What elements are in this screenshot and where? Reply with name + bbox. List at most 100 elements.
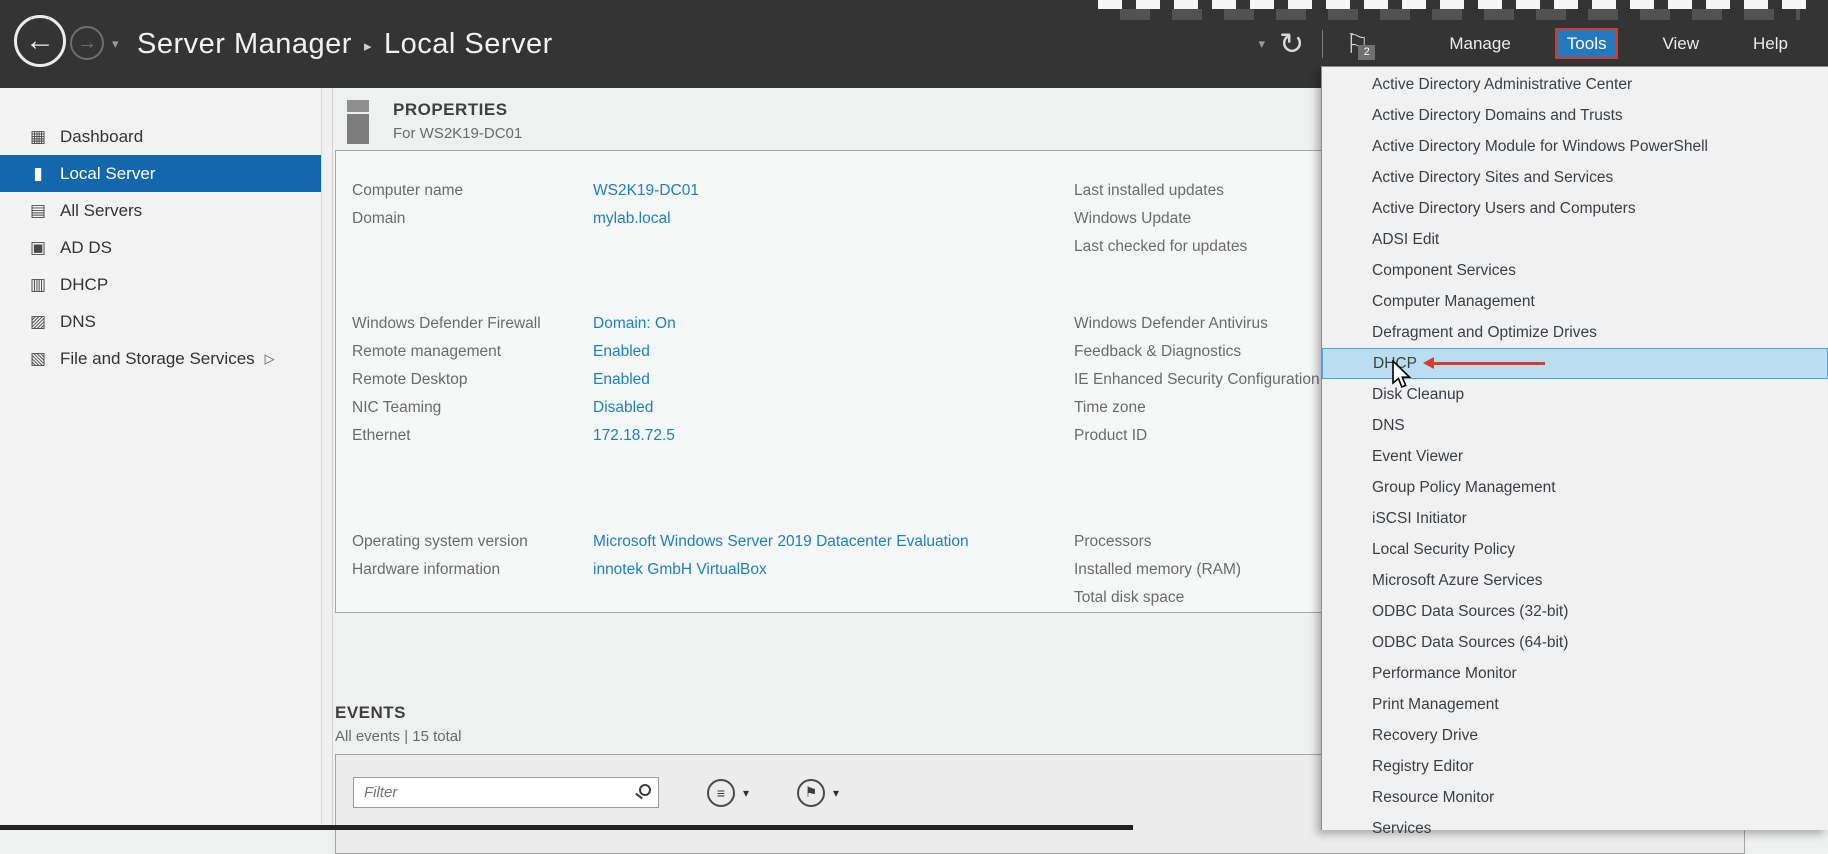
tools-menu-item-event-viewer[interactable]: Event Viewer — [1322, 441, 1828, 472]
tools-menu-item-resource-monitor[interactable]: Resource Monitor — [1322, 782, 1828, 813]
tools-menu-item-microsoft-azure-services[interactable]: Microsoft Azure Services — [1322, 565, 1828, 596]
property-label: Remote Desktop — [352, 371, 593, 389]
events-title: EVENTS — [335, 703, 461, 723]
sidebar-item-all-servers[interactable]: ▤All Servers — [0, 192, 321, 229]
back-arrow-icon: ← — [25, 24, 55, 58]
breadcrumb-root[interactable]: Server Manager — [137, 28, 352, 61]
menu-item-label: Performance Monitor — [1372, 665, 1517, 682]
sidebar-item-ad-ds[interactable]: ▣AD DS — [0, 229, 321, 266]
sidebar-item-dns[interactable]: ▨DNS — [0, 303, 321, 340]
property-row: Product ID — [1074, 422, 1315, 450]
tools-menu-item-local-security-policy[interactable]: Local Security Policy — [1322, 534, 1828, 565]
tools-menu-item-performance-monitor[interactable]: Performance Monitor — [1322, 658, 1828, 689]
tools-menu-item-registry-editor[interactable]: Registry Editor — [1322, 751, 1828, 782]
save-flag-icon: ⚑ — [805, 784, 818, 801]
property-label: Product ID — [1074, 427, 1315, 445]
property-value-link[interactable]: Enabled — [593, 343, 650, 361]
tools-menu-item-active-directory-sites-and-services[interactable]: Active Directory Sites and Services — [1322, 162, 1828, 193]
forward-button[interactable]: → — [70, 26, 104, 60]
menu-item-label: Group Policy Management — [1372, 479, 1556, 496]
expand-chevron-icon[interactable]: ▷ — [265, 351, 275, 367]
property-value-link[interactable]: WS2K19-DC01 — [593, 182, 699, 200]
save-query-button[interactable]: ⚑ — [797, 779, 825, 807]
tools-menu-item-computer-management[interactable]: Computer Management — [1322, 286, 1828, 317]
sidebar-item-label: Dashboard — [60, 127, 143, 147]
menu-item-label: Services — [1372, 820, 1431, 837]
list-options-caret-icon[interactable]: ▾ — [743, 786, 749, 800]
property-row: IE Enhanced Security Configuration — [1074, 366, 1315, 394]
property-label: Operating system version — [352, 533, 593, 551]
tools-menu-item-defragment-and-optimize-drives[interactable]: Defragment and Optimize Drives — [1322, 317, 1828, 348]
events-toolbar: ≡ ▾ ⚑ ▾ — [353, 777, 839, 808]
tools-menu-item-print-management[interactable]: Print Management — [1322, 689, 1828, 720]
menu-help[interactable]: Help — [1743, 30, 1798, 57]
sidebar-item-label: DHCP — [60, 275, 108, 295]
list-icon: ≡ — [717, 785, 725, 801]
menu-manage[interactable]: Manage — [1439, 30, 1520, 57]
tools-menu-item-odbc-data-sources-64-bit-[interactable]: ODBC Data Sources (64-bit) — [1322, 627, 1828, 658]
menu-item-label: ODBC Data Sources (32-bit) — [1372, 603, 1568, 620]
property-label: Feedback & Diagnostics — [1074, 343, 1315, 361]
menu-tools[interactable]: Tools — [1555, 28, 1619, 59]
property-label: Remote management — [352, 343, 593, 361]
property-label: Windows Defender Firewall — [352, 315, 593, 333]
sidebar-item-label: DNS — [60, 312, 96, 332]
tools-menu-item-adsi-edit[interactable]: ADSI Edit — [1322, 224, 1828, 255]
property-value-link[interactable]: innotek GmbH VirtualBox — [593, 561, 767, 579]
property-row: Computer nameWS2K19-DC01 — [352, 177, 969, 205]
tools-menu-item-odbc-data-sources-32-bit-[interactable]: ODBC Data Sources (32-bit) — [1322, 596, 1828, 627]
pane-edge — [332, 88, 333, 830]
property-label: Hardware information — [352, 561, 593, 579]
property-row: NIC TeamingDisabled — [352, 394, 969, 422]
tools-menu-item-group-policy-management[interactable]: Group Policy Management — [1322, 472, 1828, 503]
menu-item-label: DNS — [1372, 417, 1405, 434]
save-query-caret-icon[interactable]: ▾ — [833, 786, 839, 800]
property-label: Total disk space — [1074, 589, 1315, 607]
property-value-link[interactable]: mylab.local — [593, 210, 671, 228]
menu-item-label: Event Viewer — [1372, 448, 1463, 465]
tools-menu-item-active-directory-administrative-center[interactable]: Active Directory Administrative Center — [1322, 69, 1828, 100]
filter-input[interactable] — [353, 777, 659, 808]
tools-menu-item-component-services[interactable]: Component Services — [1322, 255, 1828, 286]
history-caret-icon[interactable]: ▾ — [112, 36, 119, 52]
property-value-link[interactable]: Disabled — [593, 399, 653, 417]
refresh-icon[interactable]: ↻ — [1279, 27, 1304, 62]
sidebar-item-label: Local Server — [60, 164, 155, 184]
property-value-link[interactable]: Domain: On — [593, 315, 676, 333]
tools-menu-item-dns[interactable]: DNS — [1322, 410, 1828, 441]
tools-menu-item-active-directory-domains-and-trusts[interactable]: Active Directory Domains and Trusts — [1322, 100, 1828, 131]
tools-menu-item-active-directory-module-for-windows-powershell[interactable]: Active Directory Module for Windows Powe… — [1322, 131, 1828, 162]
all-servers-icon: ▤ — [26, 201, 50, 221]
property-value-link[interactable]: 172.18.72.5 — [593, 427, 675, 445]
property-label: Ethernet — [352, 427, 593, 445]
menu-item-label: ADSI Edit — [1372, 231, 1439, 248]
properties-left-column: Computer nameWS2K19-DC01Domainmylab.loca… — [352, 177, 969, 584]
events-subtitle: All events | 15 total — [335, 728, 461, 745]
tools-menu-item-iscsi-initiator[interactable]: iSCSI Initiator — [1322, 503, 1828, 534]
sidebar-item-label: AD DS — [60, 238, 112, 258]
menu-view[interactable]: View — [1652, 30, 1709, 57]
sidebar-item-file-and-storage-services[interactable]: ▧ File and Storage Services ▷ — [0, 340, 321, 377]
breadcrumb-current[interactable]: Local Server — [384, 28, 553, 61]
property-value-link[interactable]: Enabled — [593, 371, 650, 389]
annotation-red-arrow — [1433, 362, 1545, 365]
tools-menu-item-services[interactable]: Services — [1322, 813, 1828, 844]
servers-caret-icon[interactable]: ▾ — [1258, 36, 1265, 52]
sidebar-item-label: File and Storage Services — [60, 349, 255, 369]
tools-menu-item-active-directory-users-and-computers[interactable]: Active Directory Users and Computers — [1322, 193, 1828, 224]
notifications-flag-icon[interactable]: ⚐ 2 — [1345, 29, 1369, 60]
back-button[interactable]: ← — [14, 15, 66, 67]
sidebar-item-local-server[interactable]: ▮Local Server — [0, 155, 321, 192]
property-label: Windows Update — [1074, 210, 1315, 228]
forward-arrow-icon: → — [77, 32, 97, 55]
file-storage-icon: ▧ — [26, 349, 50, 369]
list-options-button[interactable]: ≡ — [707, 779, 735, 807]
menu-item-label: Microsoft Azure Services — [1372, 572, 1543, 589]
tools-menu-item-recovery-drive[interactable]: Recovery Drive — [1322, 720, 1828, 751]
property-value-link[interactable]: Microsoft Windows Server 2019 Datacenter… — [593, 533, 969, 551]
property-label: Processors — [1074, 533, 1315, 551]
sidebar-item-dhcp[interactable]: ▥DHCP — [0, 266, 321, 303]
property-row: Operating system versionMicrosoft Window… — [352, 528, 969, 556]
sidebar-item-dashboard[interactable]: ▦Dashboard — [0, 118, 321, 155]
property-label: IE Enhanced Security Configuration — [1074, 371, 1315, 389]
